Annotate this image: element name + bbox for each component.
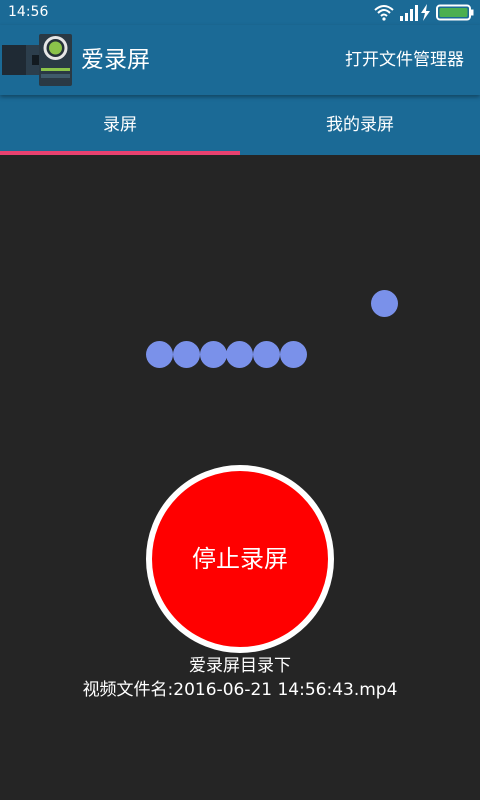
signal-icon	[400, 5, 418, 21]
battery-icon	[436, 4, 474, 21]
tab-record[interactable]: 录屏	[0, 95, 240, 155]
loading-dot	[200, 341, 227, 368]
status-bar: 14:56	[0, 0, 480, 25]
loading-dot	[173, 341, 200, 368]
wifi-icon	[374, 5, 394, 21]
loading-dot	[146, 341, 173, 368]
action-bar: 爱录屏 打开文件管理器	[0, 25, 480, 95]
app-title: 爱录屏	[81, 47, 150, 73]
open-file-manager-button[interactable]: 打开文件管理器	[345, 48, 464, 72]
loading-dot	[280, 341, 307, 368]
video-filename-text: 视频文件名:2016-06-21 14:56:43.mp4	[82, 680, 398, 700]
status-time: 14:56	[8, 4, 49, 20]
charging-icon	[421, 4, 430, 21]
app-logo-icon	[2, 34, 72, 86]
tab-my-recordings[interactable]: 我的录屏	[240, 95, 480, 155]
loading-dot	[371, 290, 398, 317]
save-directory-text: 爱录屏目录下	[189, 656, 291, 676]
loading-dot	[226, 341, 253, 368]
record-panel: 停止录屏 爱录屏目录下 视频文件名:2016-06-21 14:56:43.mp…	[0, 155, 480, 800]
tab-bar: 录屏 我的录屏	[0, 95, 480, 155]
stop-recording-button[interactable]: 停止录屏	[146, 465, 334, 653]
screen: 14:56 爱录屏 打开文件管理器 录屏 我的录屏 停止录屏 爱录屏目录下 视频…	[0, 0, 480, 800]
loading-dot	[253, 341, 280, 368]
